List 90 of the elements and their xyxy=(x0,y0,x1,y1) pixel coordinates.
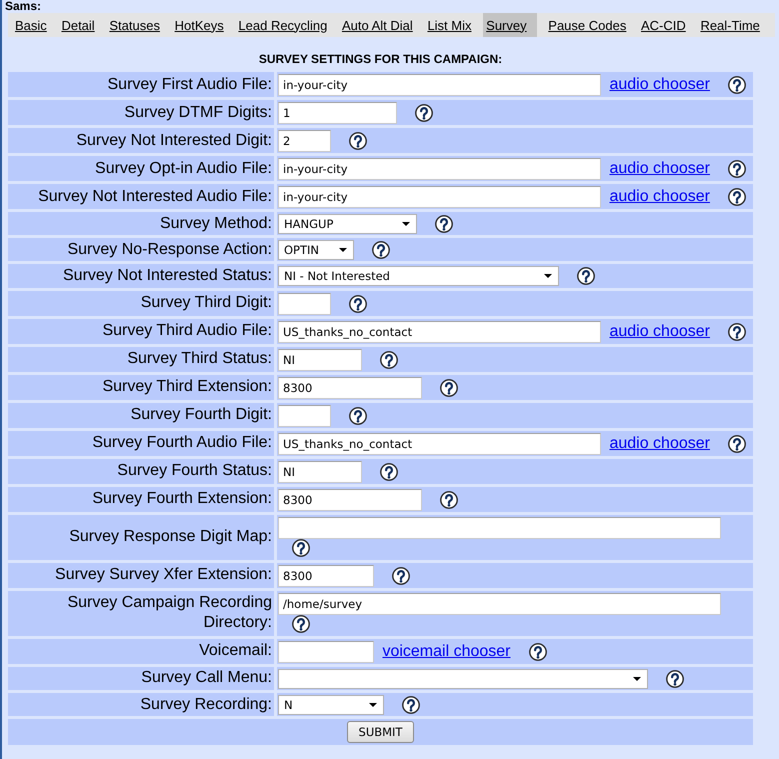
text-field[interactable]: 8300 xyxy=(278,376,422,399)
text-field[interactable] xyxy=(278,516,721,539)
field-label: Survey Response Digit Map: xyxy=(8,514,274,560)
text-field[interactable]: in-your-city xyxy=(278,186,601,208)
tab[interactable]: List Mix xyxy=(424,13,474,37)
help-icon[interactable] xyxy=(728,76,746,94)
text-field[interactable]: US_thanks_no_contact xyxy=(278,320,601,343)
tab[interactable]: Detail xyxy=(58,13,98,37)
field-label: Survey Not Interested Digit: xyxy=(8,128,274,153)
dropdown[interactable]: NI - Not Interested xyxy=(278,266,559,286)
field-label: Survey DTMF Digits: xyxy=(8,100,274,125)
help-icon[interactable] xyxy=(349,294,368,313)
text-field[interactable]: in-your-city xyxy=(278,158,601,180)
chooser-link[interactable]: audio chooser xyxy=(609,76,710,93)
help-icon[interactable] xyxy=(728,322,746,341)
help-icon[interactable] xyxy=(728,160,746,178)
text-field[interactable] xyxy=(278,404,331,427)
text-field[interactable]: US_thanks_no_contact xyxy=(278,432,601,455)
caret-icon xyxy=(339,248,347,252)
text-field[interactable]: in-your-city xyxy=(278,74,601,96)
text-field[interactable]: NI xyxy=(278,460,362,483)
field-label: Survey Third Status: xyxy=(8,346,274,372)
text-field[interactable]: 1 xyxy=(278,102,397,124)
text-field[interactable]: 8300 xyxy=(278,564,374,587)
help-icon[interactable] xyxy=(528,642,547,661)
tab[interactable]: Basic xyxy=(12,13,50,37)
help-icon[interactable] xyxy=(415,104,434,122)
help-icon[interactable] xyxy=(402,696,420,714)
help-icon[interactable] xyxy=(666,670,684,688)
help-icon[interactable] xyxy=(349,132,368,150)
chooser-link[interactable]: voicemail chooser xyxy=(382,642,511,660)
field-label: Survey Call Menu: xyxy=(8,666,274,690)
text-field[interactable]: /home/survey xyxy=(278,592,721,615)
dropdown[interactable]: N xyxy=(278,694,384,715)
tab[interactable]: Survey xyxy=(483,13,537,37)
dropdown[interactable]: OPTIN xyxy=(278,240,354,260)
help-icon[interactable] xyxy=(577,267,596,286)
caret-icon xyxy=(369,702,377,707)
field-label: Survey Method: xyxy=(8,212,274,236)
field-label: Survey Survey Xfer Extension: xyxy=(8,562,274,588)
help-icon[interactable] xyxy=(380,350,398,369)
help-icon[interactable] xyxy=(392,566,410,585)
field-label: Survey Third Digit: xyxy=(8,290,274,316)
text-field[interactable]: 2 xyxy=(278,130,331,152)
chooser-link[interactable]: audio chooser xyxy=(609,434,710,452)
help-icon[interactable] xyxy=(440,490,458,509)
field-label: Survey Campaign Recording Directory: xyxy=(8,590,274,636)
text-field[interactable] xyxy=(278,640,374,663)
help-icon[interactable] xyxy=(728,434,746,453)
field-label: Survey Fourth Audio File: xyxy=(8,430,274,456)
field-label: Survey Fourth Digit: xyxy=(8,402,274,428)
chooser-link[interactable]: audio chooser xyxy=(609,160,710,177)
tab[interactable]: AC-CID xyxy=(638,13,689,37)
chooser-link[interactable]: audio chooser xyxy=(609,322,710,340)
tab[interactable]: Real-Time xyxy=(697,13,763,37)
text-field[interactable]: 8300 xyxy=(278,488,422,511)
field-label: Survey No-Response Action: xyxy=(8,238,274,262)
help-icon[interactable] xyxy=(292,615,310,634)
text-field[interactable] xyxy=(278,292,331,315)
help-icon[interactable] xyxy=(292,539,310,558)
help-icon[interactable] xyxy=(728,188,746,206)
text-field[interactable]: NI xyxy=(278,348,362,371)
field-label: Survey Not Interested Status: xyxy=(8,264,274,288)
field-label: Voicemail: xyxy=(8,638,274,664)
caret-icon xyxy=(633,676,641,681)
submit-button[interactable]: SUBMIT xyxy=(346,721,414,744)
field-label: Survey Not Interested Audio File: xyxy=(8,184,274,209)
tab[interactable]: Statuses xyxy=(106,13,163,37)
section-heading: SURVEY SETTINGS FOR THIS CAMPAIGN: xyxy=(258,52,502,66)
field-label: Survey Fourth Status: xyxy=(8,458,274,484)
field-label: Survey Opt-in Audio File: xyxy=(8,156,274,181)
help-icon[interactable] xyxy=(349,406,368,425)
field-label: Survey Third Audio File: xyxy=(8,318,274,344)
help-icon[interactable] xyxy=(435,215,454,233)
dropdown[interactable]: HANGUP xyxy=(278,214,417,234)
tab[interactable]: HotKeys xyxy=(172,13,227,37)
tab[interactable]: Pause Codes xyxy=(545,13,630,37)
tab[interactable]: Auto Alt Dial xyxy=(338,13,416,37)
caret-icon xyxy=(544,274,552,278)
tab[interactable]: Lead Recycling xyxy=(235,13,330,37)
field-label: Survey First Audio File: xyxy=(8,72,274,97)
page-title: Sams: xyxy=(5,0,42,13)
help-icon[interactable] xyxy=(380,462,398,481)
chooser-link[interactable]: audio chooser xyxy=(609,188,710,205)
help-icon[interactable] xyxy=(372,241,390,260)
field-label: Survey Fourth Extension: xyxy=(8,486,274,512)
field-label: Survey Third Extension: xyxy=(8,374,274,400)
field-label: Survey Recording: xyxy=(8,692,274,716)
help-icon[interactable] xyxy=(440,378,458,397)
caret-icon xyxy=(402,222,410,226)
